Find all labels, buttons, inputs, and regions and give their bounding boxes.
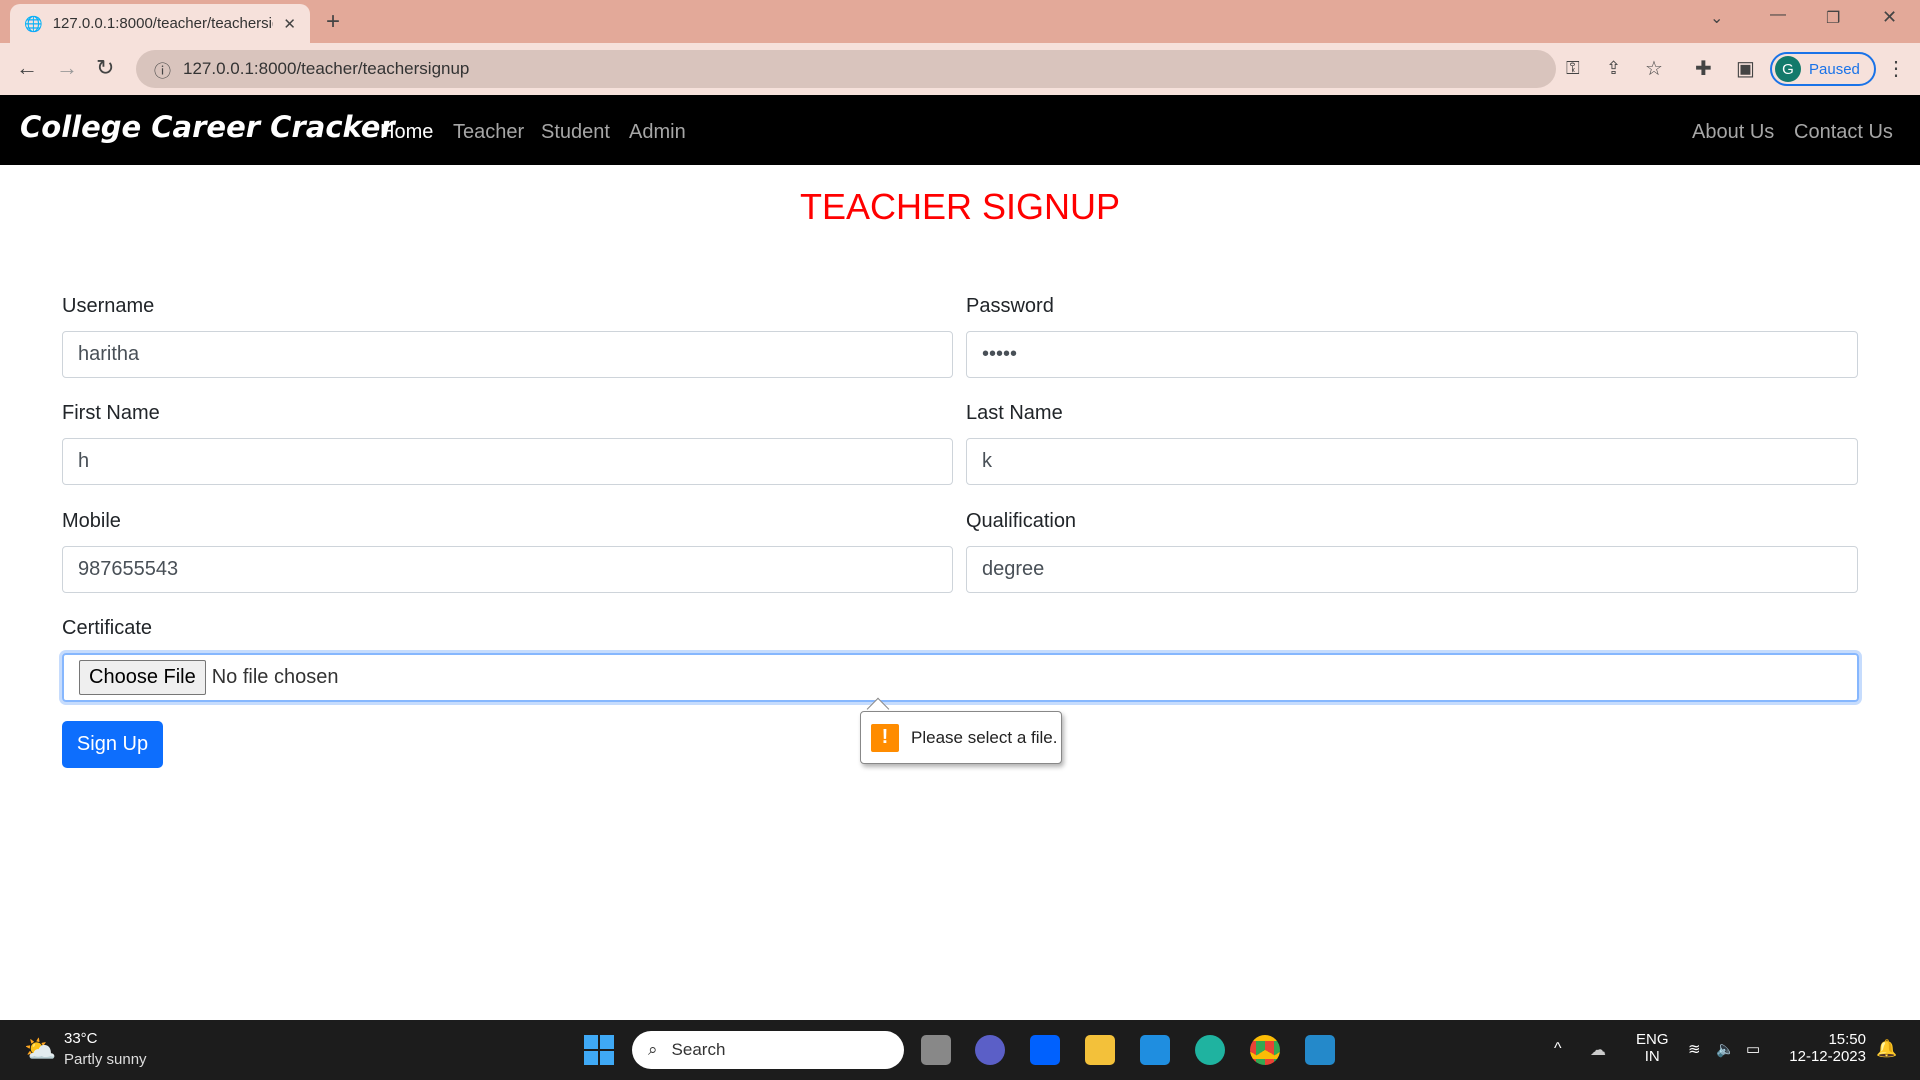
brand-logo[interactable]: College Career Cracker — [20, 110, 395, 144]
clock[interactable]: 15:50 12-12-2023 — [1786, 1031, 1866, 1065]
warning-icon: ! — [871, 723, 899, 752]
vscode-icon[interactable] — [1305, 1035, 1335, 1065]
close-tab-icon[interactable]: ✕ — [283, 15, 296, 33]
side-panel-icon[interactable]: ▣ — [1736, 56, 1755, 81]
edge-icon[interactable] — [1195, 1035, 1225, 1065]
task-view-icon[interactable] — [921, 1035, 951, 1065]
validation-tooltip: ! Please select a file. — [860, 711, 1062, 764]
first-name-input[interactable]: h — [62, 438, 953, 485]
dropbox-icon[interactable] — [1030, 1035, 1060, 1065]
globe-icon: 🌐 — [24, 15, 43, 33]
mobile-label: Mobile — [62, 510, 121, 532]
qualification-label: Qualification — [966, 510, 1077, 532]
new-tab-icon[interactable]: + — [326, 8, 340, 36]
notification-bell-icon[interactable]: 🔔 — [1876, 1039, 1897, 1059]
browser-tab[interactable]: 🌐 127.0.0.1:8000/teacher/teachersignup ✕ — [10, 4, 310, 43]
restore-icon[interactable]: ❐ — [1826, 8, 1840, 28]
weather-temp[interactable]: 33°C — [64, 1030, 98, 1047]
nav-about-us[interactable]: About Us — [1692, 121, 1774, 144]
first-name-label: First Name — [62, 402, 160, 424]
weather-desc[interactable]: Partly sunny — [64, 1051, 147, 1068]
language-indicator[interactable]: ENG IN — [1636, 1031, 1669, 1065]
password-label: Password — [966, 295, 1054, 317]
forward-icon[interactable]: → — [56, 55, 78, 81]
tab-search-icon[interactable]: ⌄ — [1710, 8, 1723, 28]
username-label: Username — [62, 295, 155, 317]
mobile-input[interactable]: 987655543 — [62, 546, 953, 593]
nav-home[interactable]: Home — [380, 121, 433, 144]
nav-teacher[interactable]: Teacher — [453, 121, 524, 144]
last-name-label: Last Name — [966, 402, 1063, 424]
key-icon[interactable]: ⚿ — [1566, 58, 1580, 79]
file-status: No file chosen — [211, 666, 339, 688]
search-icon: ⌕ — [648, 1040, 658, 1059]
chrome-icon[interactable] — [1250, 1035, 1280, 1065]
taskbar-search[interactable]: ⌕ Search — [632, 1031, 904, 1069]
sign-up-button[interactable]: Sign Up — [62, 721, 163, 768]
username-input[interactable]: haritha — [62, 331, 953, 378]
window-close-icon[interactable]: ✕ — [1882, 7, 1897, 28]
page-title: TEACHER SIGNUP — [799, 186, 1121, 227]
menu-icon[interactable]: ⋮ — [1886, 56, 1906, 81]
start-icon[interactable] — [584, 1035, 614, 1065]
password-input[interactable]: ••••• — [966, 331, 1858, 378]
wifi-icon[interactable]: ≋ — [1688, 1040, 1701, 1058]
mail-icon[interactable] — [1140, 1035, 1170, 1065]
last-name-input[interactable]: k — [966, 438, 1858, 485]
certificate-label: Certificate — [62, 617, 153, 639]
choose-file-button[interactable]: Choose File — [79, 660, 206, 695]
onedrive-icon[interactable]: ☁ — [1590, 1040, 1606, 1060]
nav-admin[interactable]: Admin — [629, 121, 686, 144]
share-icon[interactable]: ⇪ — [1606, 58, 1621, 79]
battery-icon[interactable]: ▭ — [1746, 1040, 1760, 1058]
info-icon: ⓘ — [154, 61, 171, 81]
bookmark-star-icon[interactable]: ☆ — [1645, 56, 1663, 81]
nav-student[interactable]: Student — [541, 121, 610, 144]
weather-icon[interactable]: ⛅ — [24, 1034, 56, 1065]
volume-icon[interactable]: 🔈 — [1716, 1040, 1735, 1058]
qualification-input[interactable]: degree — [966, 546, 1858, 593]
avatar: G — [1775, 56, 1801, 82]
back-icon[interactable]: ← — [16, 55, 38, 81]
minimize-icon[interactable]: — — [1770, 6, 1786, 24]
taskbar — [0, 1020, 1920, 1080]
file-explorer-icon[interactable] — [1085, 1035, 1115, 1065]
reload-icon[interactable]: ↻ — [96, 55, 114, 81]
profile-button[interactable]: G Paused — [1770, 52, 1876, 86]
certificate-file-input[interactable]: Choose File No file chosen — [62, 653, 1859, 702]
address-bar[interactable]: ⓘ 127.0.0.1:8000/teacher/teachersignup — [136, 50, 1556, 88]
show-hidden-icons[interactable]: ^ — [1554, 1040, 1562, 1058]
nav-contact-us[interactable]: Contact Us — [1794, 121, 1893, 144]
teams-icon[interactable] — [975, 1035, 1005, 1065]
extensions-icon[interactable]: ✚ — [1695, 56, 1712, 81]
